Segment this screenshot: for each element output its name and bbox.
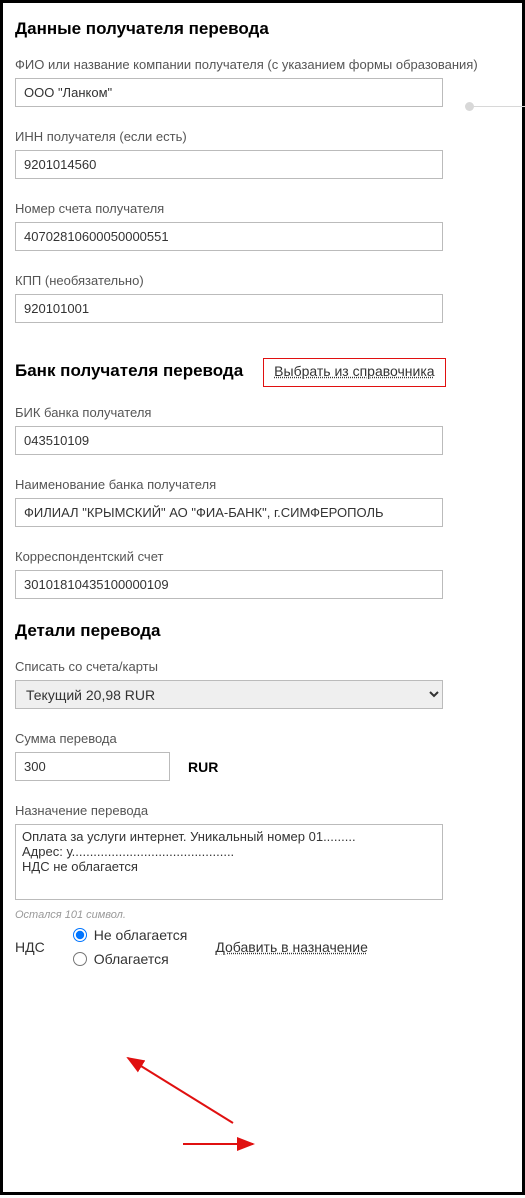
recipient-account-input[interactable] <box>15 222 443 251</box>
bank-name-input[interactable] <box>15 498 443 527</box>
bank-corr-input[interactable] <box>15 570 443 599</box>
slider-dot-icon <box>465 102 474 111</box>
nds-radio-no[interactable]: Не облагается <box>73 927 188 943</box>
recipient-kpp-input[interactable] <box>15 294 443 323</box>
debit-account-select[interactable]: Текущий 20,98 RUR <box>15 680 443 709</box>
annotation-arrows <box>3 3 525 1198</box>
purpose-label: Назначение перевода <box>15 803 510 818</box>
currency-label: RUR <box>188 759 218 775</box>
nds-radio-yes-input[interactable] <box>73 952 87 966</box>
amount-input[interactable] <box>15 752 170 781</box>
nds-radio-yes[interactable]: Облагается <box>73 951 188 967</box>
nds-radio-yes-label: Облагается <box>94 951 169 967</box>
amount-label: Сумма перевода <box>15 731 510 746</box>
recipient-name-input[interactable] <box>15 78 443 107</box>
recipient-inn-input[interactable] <box>15 150 443 179</box>
section-title-recipient: Данные получателя перевода <box>15 19 510 39</box>
debit-account-label: Списать со счета/карты <box>15 659 510 674</box>
nds-radio-no-input[interactable] <box>73 928 87 942</box>
recipient-account-label: Номер счета получателя <box>15 201 510 216</box>
select-from-directory-link[interactable]: Выбрать из справочника <box>274 363 434 379</box>
section-title-details: Детали перевода <box>15 621 510 641</box>
slider-track <box>474 106 525 107</box>
bank-corr-label: Корреспондентский счет <box>15 549 510 564</box>
recipient-inn-label: ИНН получателя (если есть) <box>15 129 510 144</box>
bank-name-label: Наименование банка получателя <box>15 477 510 492</box>
bank-bik-input[interactable] <box>15 426 443 455</box>
bank-bik-label: БИК банка получателя <box>15 405 510 420</box>
nds-label: НДС <box>15 939 45 955</box>
recipient-name-label: ФИО или название компании получателя (с … <box>15 57 510 72</box>
select-from-directory-highlight: Выбрать из справочника <box>263 358 445 387</box>
purpose-textarea[interactable] <box>15 824 443 900</box>
add-to-purpose-link[interactable]: Добавить в назначение <box>215 939 368 955</box>
chars-left-helper: Остался 101 символ. <box>15 909 510 921</box>
section-title-bank: Банк получателя перевода <box>15 361 243 381</box>
recipient-kpp-label: КПП (необязательно) <box>15 273 510 288</box>
nds-radio-no-label: Не облагается <box>94 927 188 943</box>
